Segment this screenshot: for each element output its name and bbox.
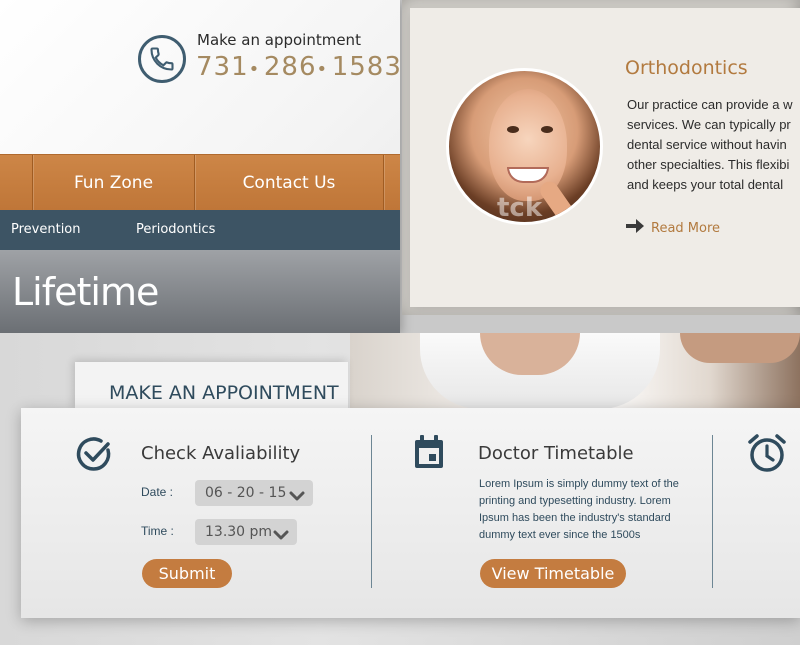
check-circle-icon <box>75 435 113 478</box>
view-timetable-button[interactable]: View Timetable <box>480 559 626 588</box>
chevron-down-icon <box>273 525 289 551</box>
service-card: tck Orthodontics Our practice can provid… <box>410 8 800 307</box>
appointment-card: Check Avaliability Date : 06 - 20 - 15 T… <box>21 408 800 618</box>
calendar-icon <box>413 434 445 475</box>
arrow-right-icon <box>625 218 645 238</box>
photo-finger <box>536 178 580 222</box>
banner-title: Lifetime <box>12 270 159 314</box>
date-value: 06 - 20 - 15 <box>205 485 287 501</box>
phone-part: 731 <box>196 52 249 82</box>
appointment-tab-title: MAKE AN APPOINTMENT <box>109 382 339 404</box>
nav-divider <box>383 155 384 211</box>
read-more-link[interactable]: Read More <box>625 218 720 238</box>
appointment-tab[interactable]: MAKE AN APPOINTMENT <box>75 362 348 410</box>
phone-part: 286 <box>263 52 317 82</box>
photo-watermark: tck <box>497 193 543 223</box>
hero-banner: Lifetime <box>0 250 400 333</box>
chevron-down-icon <box>289 486 305 512</box>
appointment-label: Make an appointment <box>197 31 361 49</box>
nav-item-fun-zone[interactable]: Fun Zone <box>33 155 194 211</box>
sub-nav: Prevention Periodontics <box>0 210 400 250</box>
alarm-clock-icon <box>746 432 788 479</box>
service-line: Our practice can provide a w <box>627 97 793 112</box>
nav-item-contact-us[interactable]: Contact Us <box>195 155 383 211</box>
service-line: dental service without havin <box>627 137 787 152</box>
column-divider <box>712 435 713 588</box>
service-title: Orthodontics <box>625 57 748 79</box>
timetable-description: Lorem Ipsum is simply dummy text of the … <box>479 478 679 541</box>
service-photo: tck <box>446 68 603 225</box>
hero-photo-strip <box>350 333 800 409</box>
submit-button[interactable]: Submit <box>142 559 232 588</box>
check-availability-title: Check Avaliability <box>141 443 301 464</box>
time-select[interactable]: 13.30 pm <box>195 519 297 545</box>
service-line: services. We can typically pr <box>627 117 791 132</box>
sub-nav-item-periodontics[interactable]: Periodontics <box>136 210 215 250</box>
photo-face <box>680 333 800 363</box>
column-divider <box>371 435 372 588</box>
time-value: 13.30 pm <box>205 524 273 540</box>
service-line: and keeps your total dental <box>627 177 784 192</box>
phone-icon <box>138 35 186 83</box>
photo-eye <box>507 126 519 133</box>
service-line: other specialties. This flexibi <box>627 157 790 172</box>
date-label: Date : <box>141 485 174 499</box>
phone-number[interactable]: 731• 286• 1583 <box>196 52 400 82</box>
read-more-label: Read More <box>651 220 721 236</box>
date-select[interactable]: 06 - 20 - 15 <box>195 480 313 506</box>
time-label: Time : <box>141 524 174 538</box>
service-description: Our practice can provide a w services. W… <box>627 95 800 195</box>
photo-eye <box>541 126 553 133</box>
service-panel: tck Orthodontics Our practice can provid… <box>402 0 800 315</box>
header-panel: Make an appointment 731• 286• 1583 Fun Z… <box>0 0 400 333</box>
sub-nav-item-prevention[interactable]: Prevention <box>11 210 81 250</box>
main-nav: Fun Zone Contact Us <box>0 154 400 211</box>
doctor-timetable-title: Doctor Timetable <box>478 443 634 464</box>
phone-part: 1583 <box>331 52 400 82</box>
